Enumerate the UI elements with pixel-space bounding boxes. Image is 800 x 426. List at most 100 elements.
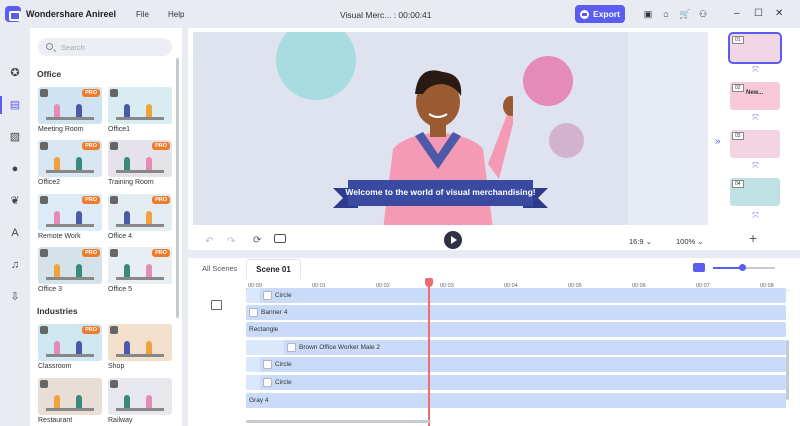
template-label: Shop <box>108 363 125 370</box>
transition-icon[interactable]: ⤧ <box>751 211 760 220</box>
nav-import-icon[interactable]: ⇩ <box>6 288 24 306</box>
timeline-h-scrollbar[interactable] <box>246 420 431 423</box>
chevron-down-icon: ⌄ <box>645 237 652 246</box>
app-title: Wondershare Anireel <box>26 9 117 19</box>
loop-icon[interactable]: ⟳ <box>253 235 261 246</box>
cart-icon[interactable]: 🛒 <box>679 9 690 19</box>
circle-shape[interactable] <box>549 123 584 158</box>
timeline-clip[interactable] <box>260 375 786 390</box>
template-label: Railway <box>108 417 133 424</box>
template-thumbnail[interactable]: PRO <box>108 194 172 231</box>
template-label: Meeting Room <box>38 126 84 133</box>
nav-props-icon[interactable]: ❦ <box>6 192 24 210</box>
template-thumbnail[interactable]: PRO <box>108 140 172 177</box>
play-button[interactable] <box>444 231 462 249</box>
menu-help[interactable]: Help <box>168 10 184 19</box>
template-thumbnail[interactable] <box>108 378 172 415</box>
section-title-industries: Industries <box>37 306 78 316</box>
export-button[interactable]: Export <box>575 5 625 23</box>
export-label: Export <box>593 9 620 19</box>
download-icon[interactable] <box>40 326 48 334</box>
download-icon[interactable] <box>40 196 48 204</box>
template-thumbnail[interactable] <box>38 378 102 415</box>
pro-badge: PRO <box>82 142 100 150</box>
redo-icon[interactable]: ↷ <box>227 236 235 247</box>
timeline-clip[interactable] <box>260 357 786 372</box>
template-label: Office1 <box>108 126 131 133</box>
template-thumbnail[interactable]: PRO <box>38 324 102 361</box>
add-scene-button[interactable]: + <box>749 230 757 246</box>
timeline-clip[interactable] <box>246 393 786 408</box>
aspect-ratio-value: 16:9 <box>629 237 644 246</box>
clip-type-icon <box>249 308 258 317</box>
download-icon[interactable] <box>110 326 118 334</box>
download-icon[interactable] <box>40 89 48 97</box>
clip-label: Circle <box>275 361 292 368</box>
close-button[interactable]: ✕ <box>775 8 783 19</box>
template-thumbnail[interactable] <box>108 87 172 124</box>
pro-badge: PRO <box>152 142 170 150</box>
download-icon[interactable] <box>110 196 118 204</box>
fit-timeline-icon[interactable] <box>693 263 705 272</box>
zoom-select[interactable]: 100% ⌄ <box>676 237 704 246</box>
circle-shape[interactable] <box>523 56 573 106</box>
tab-scene-01[interactable]: Scene 01 <box>246 259 301 279</box>
zoom-value: 100% <box>676 237 696 246</box>
transition-icon[interactable]: ⤧ <box>751 113 760 122</box>
timeline-v-scrollbar[interactable] <box>786 340 789 400</box>
account-icon[interactable]: ⚇ <box>698 9 708 19</box>
home-icon[interactable]: ⌂ <box>661 9 671 19</box>
scene-thumb[interactable]: 03 <box>730 130 780 158</box>
nav-character-icon[interactable]: ✪ <box>6 64 24 82</box>
template-thumbnail[interactable]: PRO <box>38 87 102 124</box>
download-icon[interactable] <box>110 380 118 388</box>
pro-badge: PRO <box>82 89 100 97</box>
banner-text[interactable]: Welcome to the world of visual merchandi… <box>333 187 548 197</box>
timeline-clip[interactable] <box>260 288 786 303</box>
minimize-button[interactable]: – <box>734 8 740 19</box>
download-icon[interactable] <box>40 249 48 257</box>
download-icon[interactable] <box>40 380 48 388</box>
search-placeholder: Search <box>61 43 85 52</box>
menu-file[interactable]: File <box>136 10 149 19</box>
nav-text-icon[interactable]: A <box>6 224 24 242</box>
timeline-clip[interactable] <box>246 305 786 320</box>
collapse-scenes-icon[interactable]: » <box>715 136 721 147</box>
search-input[interactable] <box>38 38 172 56</box>
camera-icon[interactable] <box>274 234 286 243</box>
timeline-clip[interactable] <box>246 322 786 337</box>
template-thumbnail[interactable]: PRO <box>38 194 102 231</box>
template-thumbnail[interactable]: PRO <box>108 247 172 284</box>
download-icon[interactable] <box>110 142 118 150</box>
scene-thumb[interactable]: 04 <box>730 178 780 206</box>
download-icon[interactable] <box>40 142 48 150</box>
template-thumbnail[interactable] <box>108 324 172 361</box>
template-label: Office2 <box>38 179 61 186</box>
nav-music-icon[interactable]: ♫ <box>6 256 24 274</box>
transition-icon[interactable]: ⤧ <box>751 161 760 170</box>
nav-background-icon[interactable]: ▨ <box>6 128 24 146</box>
banner-shape[interactable] <box>333 178 548 218</box>
scene-thumb[interactable]: 01 <box>728 32 782 64</box>
tab-all-scenes[interactable]: All Scenes <box>202 264 237 273</box>
scene-thumb[interactable]: 02 New... <box>730 82 780 110</box>
maximize-button[interactable]: ☐ <box>754 8 763 19</box>
clip-type-icon <box>263 378 272 387</box>
circle-shape[interactable] <box>276 32 356 100</box>
aspect-ratio-select[interactable]: 16:9 ⌄ <box>629 237 652 246</box>
timeline-zoom-handle[interactable] <box>739 264 746 271</box>
desk-shape <box>116 117 164 120</box>
undo-icon[interactable]: ↶ <box>205 236 213 247</box>
template-label: Restaurant <box>38 417 73 424</box>
nav-person-icon[interactable]: ● <box>6 160 24 178</box>
nav-scene-icon[interactable]: ▤ <box>6 96 24 114</box>
transition-icon[interactable]: ⤧ <box>751 65 760 74</box>
template-thumbnail[interactable]: PRO <box>38 247 102 284</box>
clip-label: Gray 4 <box>249 397 269 404</box>
pro-badge: PRO <box>152 196 170 204</box>
download-icon[interactable] <box>110 249 118 257</box>
download-icon[interactable] <box>110 89 118 97</box>
library-scrollbar[interactable] <box>176 58 179 318</box>
save-icon[interactable]: ▣ <box>643 9 653 19</box>
template-thumbnail[interactable]: PRO <box>38 140 102 177</box>
